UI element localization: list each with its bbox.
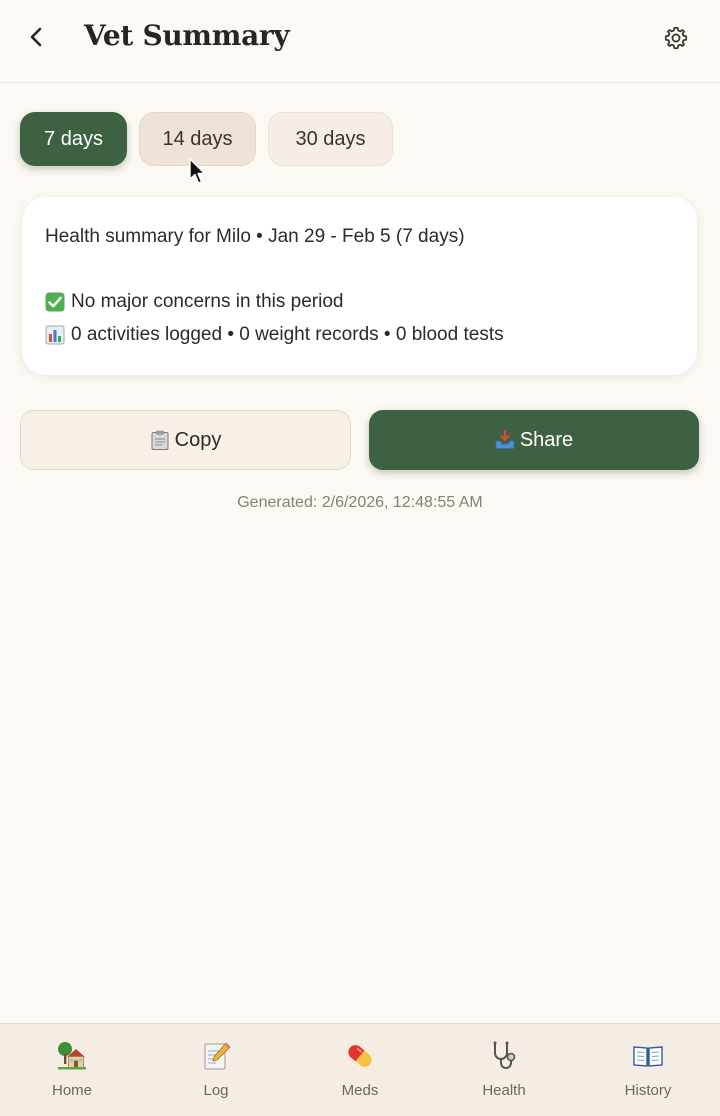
- tab-30-days[interactable]: 30 days: [268, 112, 393, 166]
- check-mark-icon: [45, 292, 65, 312]
- pill-icon: [344, 1040, 376, 1072]
- summary-header: Health summary for Milo • Jan 29 - Feb 5…: [45, 226, 465, 247]
- share-button[interactable]: Share: [369, 410, 699, 470]
- nav-label-log: Log: [203, 1082, 229, 1099]
- house-with-garden-icon: [56, 1040, 88, 1072]
- page-title: Vet Summary: [84, 19, 290, 52]
- clipboard-icon: [150, 430, 170, 450]
- stats-row: 0 activities logged • 0 weight records •…: [45, 321, 674, 349]
- stats-text: 0 activities logged • 0 weight records •…: [71, 324, 504, 345]
- nav-label-meds: Meds: [341, 1082, 379, 1099]
- nav-label-health: Health: [482, 1082, 526, 1099]
- settings-button[interactable]: [656, 18, 696, 58]
- status-row: No major concerns in this period: [45, 288, 674, 316]
- open-book-icon: [632, 1040, 664, 1072]
- copy-button-label: Copy: [174, 428, 222, 451]
- nav-item-meds[interactable]: Meds: [288, 1024, 432, 1116]
- nav-label-history: History: [624, 1082, 672, 1099]
- stethoscope-icon: [488, 1040, 520, 1072]
- status-text: No major concerns in this period: [71, 291, 344, 312]
- date-range-tabs: 7 days 14 days 30 days: [20, 112, 393, 166]
- copy-button[interactable]: Copy: [20, 410, 351, 470]
- tab-7-days[interactable]: 7 days: [20, 112, 127, 166]
- bar-chart-icon: [45, 325, 65, 345]
- bottom-nav: Home Log Meds Health History: [0, 1023, 720, 1116]
- summary-actions: Copy Share: [20, 410, 699, 470]
- nav-label-home: Home: [51, 1082, 92, 1099]
- share-button-label: Share: [519, 428, 574, 451]
- back-button[interactable]: [18, 18, 56, 56]
- nav-item-history[interactable]: History: [576, 1024, 720, 1116]
- nav-item-health[interactable]: Health: [432, 1024, 576, 1116]
- chevron-left-icon: [30, 27, 42, 47]
- tab-14-days[interactable]: 14 days: [139, 112, 256, 166]
- gear-icon: [664, 26, 688, 50]
- health-summary-card: Health summary for Milo • Jan 29 - Feb 5…: [22, 197, 697, 375]
- inbox-tray-icon: [495, 430, 515, 450]
- app-header: Vet Summary: [0, 0, 720, 83]
- generated-timestamp: Generated: 2/6/2026, 12:48:55 AM: [237, 494, 483, 511]
- nav-item-home[interactable]: Home: [0, 1024, 144, 1116]
- memo-icon: [200, 1040, 232, 1072]
- nav-item-log[interactable]: Log: [144, 1024, 288, 1116]
